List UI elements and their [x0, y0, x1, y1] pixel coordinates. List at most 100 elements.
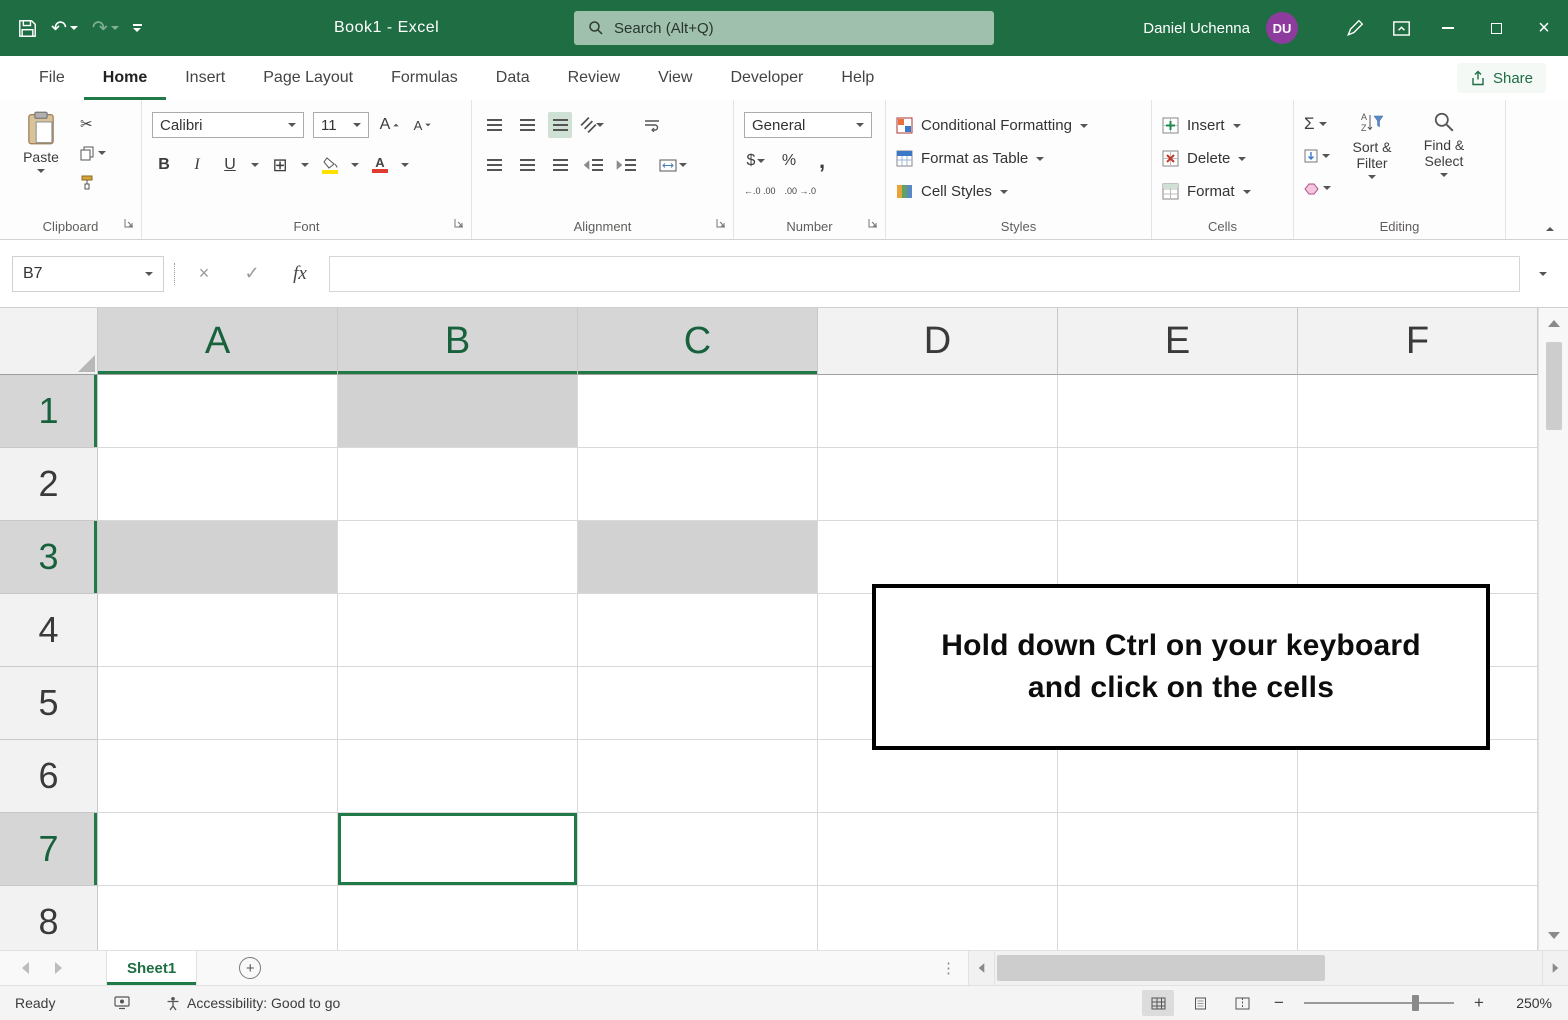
- inking-button[interactable]: [1332, 0, 1378, 56]
- cell-B2[interactable]: [338, 448, 578, 521]
- align-center-button[interactable]: [515, 152, 539, 178]
- align-left-button[interactable]: [482, 152, 506, 178]
- column-header-A[interactable]: A: [98, 308, 338, 375]
- horizontal-scroll-thumb[interactable]: [997, 955, 1325, 981]
- borders-dropdown-chevron[interactable]: [301, 163, 309, 167]
- row-header-7[interactable]: 7: [0, 813, 98, 886]
- cell-C2[interactable]: [578, 448, 818, 521]
- cell-A1[interactable]: [98, 375, 338, 448]
- conditional-formatting-button[interactable]: Conditional Formatting: [896, 109, 1141, 142]
- alignment-dialog-launcher[interactable]: [716, 215, 726, 233]
- decrease-decimal-button[interactable]: .00 →.0: [785, 178, 817, 204]
- avatar[interactable]: DU: [1266, 12, 1298, 44]
- row-header-3[interactable]: 3: [0, 521, 98, 594]
- paste-dropdown-chevron[interactable]: [37, 169, 45, 173]
- cell-B7[interactable]: [338, 813, 578, 886]
- bold-button[interactable]: B: [152, 152, 176, 178]
- delete-cells-button[interactable]: Delete: [1162, 142, 1283, 175]
- cancel-entry-button[interactable]: ×: [185, 256, 223, 292]
- vertical-scroll-thumb[interactable]: [1546, 342, 1562, 430]
- next-sheet-button[interactable]: [55, 962, 62, 974]
- insert-cells-button[interactable]: Insert: [1162, 109, 1283, 142]
- bottom-align-button[interactable]: [548, 112, 572, 138]
- cell-A4[interactable]: [98, 594, 338, 667]
- font-color-dropdown-chevron[interactable]: [401, 163, 409, 167]
- close-button[interactable]: ×: [1520, 0, 1568, 56]
- cell-B4[interactable]: [338, 594, 578, 667]
- tab-formulas[interactable]: Formulas: [372, 56, 477, 100]
- cell-E6[interactable]: [1058, 740, 1298, 813]
- cell-F6[interactable]: [1298, 740, 1538, 813]
- row-header-1[interactable]: 1: [0, 375, 98, 448]
- row-header-8[interactable]: 8: [0, 886, 98, 950]
- find-select-button[interactable]: Find & Select: [1413, 109, 1475, 200]
- page-break-preview-button[interactable]: [1226, 990, 1258, 1016]
- cell-E7[interactable]: [1058, 813, 1298, 886]
- cell-A5[interactable]: [98, 667, 338, 740]
- share-button[interactable]: Share: [1457, 63, 1546, 93]
- wrap-text-button[interactable]: [640, 112, 664, 138]
- tab-view[interactable]: View: [639, 56, 711, 100]
- underline-button[interactable]: U: [218, 152, 242, 178]
- cell-D2[interactable]: [818, 448, 1058, 521]
- cell-C3[interactable]: [578, 521, 818, 594]
- confirm-entry-button[interactable]: ✓: [233, 256, 271, 292]
- format-as-table-button[interactable]: Format as Table: [896, 142, 1141, 175]
- cell-B8[interactable]: [338, 886, 578, 950]
- redo-button[interactable]: ↷: [92, 19, 119, 38]
- tab-review[interactable]: Review: [549, 56, 639, 100]
- save-button[interactable]: [18, 19, 37, 38]
- horizontal-scrollbar[interactable]: [968, 951, 1568, 985]
- clipboard-dialog-launcher[interactable]: [124, 215, 134, 233]
- page-layout-view-button[interactable]: [1184, 990, 1216, 1016]
- cell-A2[interactable]: [98, 448, 338, 521]
- cell-B5[interactable]: [338, 667, 578, 740]
- autosum-button[interactable]: Σ: [1304, 112, 1331, 136]
- font-name-select[interactable]: Calibri: [152, 112, 304, 138]
- fill-button[interactable]: [1304, 144, 1331, 168]
- expand-formula-bar-button[interactable]: [1530, 272, 1556, 276]
- cell-B6[interactable]: [338, 740, 578, 813]
- tab-developer[interactable]: Developer: [711, 56, 822, 100]
- add-sheet-button[interactable]: +: [239, 957, 261, 979]
- cell-F8[interactable]: [1298, 886, 1538, 950]
- top-align-button[interactable]: [482, 112, 506, 138]
- zoom-in-button[interactable]: +: [1468, 993, 1490, 1013]
- search-box[interactable]: Search (Alt+Q): [574, 11, 994, 45]
- decrease-font-size-button[interactable]: A: [411, 112, 435, 138]
- zoom-slider-thumb[interactable]: [1412, 995, 1419, 1011]
- cell-F2[interactable]: [1298, 448, 1538, 521]
- middle-align-button[interactable]: [515, 112, 539, 138]
- tab-insert[interactable]: Insert: [166, 56, 244, 100]
- cell-D1[interactable]: [818, 375, 1058, 448]
- copy-button[interactable]: [80, 141, 106, 165]
- user-name[interactable]: Daniel Uchenna: [1143, 20, 1250, 37]
- tab-help[interactable]: Help: [822, 56, 893, 100]
- vertical-scrollbar[interactable]: [1538, 308, 1568, 950]
- tab-page-layout[interactable]: Page Layout: [244, 56, 372, 100]
- column-header-B[interactable]: B: [338, 308, 578, 375]
- cell-E8[interactable]: [1058, 886, 1298, 950]
- minimize-button[interactable]: [1424, 0, 1472, 56]
- cell-A6[interactable]: [98, 740, 338, 813]
- clear-button[interactable]: [1304, 176, 1331, 200]
- cell-A7[interactable]: [98, 813, 338, 886]
- increase-decimal-button[interactable]: ←.0 .00: [744, 178, 776, 204]
- cell-A8[interactable]: [98, 886, 338, 950]
- column-header-E[interactable]: E: [1058, 308, 1298, 375]
- row-header-2[interactable]: 2: [0, 448, 98, 521]
- zoom-slider[interactable]: [1304, 1002, 1454, 1004]
- scroll-right-button[interactable]: [1542, 951, 1568, 985]
- collapse-ribbon-button[interactable]: [1546, 227, 1554, 231]
- borders-button[interactable]: ⊞: [268, 152, 292, 178]
- cell-D8[interactable]: [818, 886, 1058, 950]
- redo-dropdown-chevron[interactable]: [111, 26, 119, 30]
- number-format-select[interactable]: General: [744, 112, 872, 138]
- fill-color-button[interactable]: [318, 152, 342, 178]
- merge-center-button[interactable]: [659, 152, 687, 178]
- tab-file[interactable]: File: [20, 56, 84, 100]
- orientation-button[interactable]: [581, 112, 605, 138]
- cell-C8[interactable]: [578, 886, 818, 950]
- cell-F7[interactable]: [1298, 813, 1538, 886]
- cell-A3[interactable]: [98, 521, 338, 594]
